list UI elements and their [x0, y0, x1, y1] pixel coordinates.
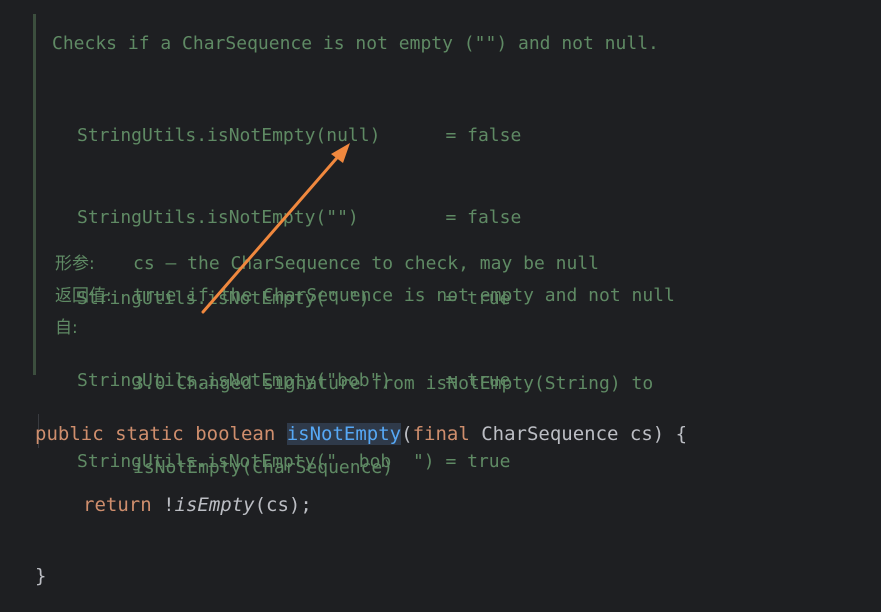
params-value: cs – the CharSequence to check, may be n… — [133, 253, 599, 274]
code-editor[interactable]: public static boolean isNotEmpty(final C… — [0, 380, 881, 612]
keyword-static: static — [115, 423, 184, 445]
keyword-return: return — [83, 494, 152, 516]
not-operator: ! — [151, 494, 175, 516]
example-line: StringUtils.isNotEmpty("") = false — [77, 206, 522, 228]
example-line: StringUtils.isNotEmpty(null) = false — [77, 125, 522, 146]
keyword-final: final — [412, 423, 470, 445]
paren-open: ( — [401, 423, 413, 445]
params-tag: 形参: cs – the CharSequence to check, may … — [55, 250, 675, 282]
returns-tag: 返回值: true if the CharSequence is not emp… — [55, 282, 675, 314]
doc-tags: 形参: cs – the CharSequence to check, may … — [55, 250, 675, 478]
returns-value: true if the CharSequence is not empty an… — [133, 285, 675, 306]
javadoc-popup: Checks if a CharSequence is not empty ("… — [0, 0, 881, 478]
since-label: 自: — [55, 318, 78, 338]
doc-gutter-bar — [33, 14, 36, 375]
since-tag: 自: 3.0 Changed signature from isNotEmpty… — [55, 314, 675, 478]
params-label: 形参: — [55, 254, 95, 274]
keyword-boolean: boolean — [195, 423, 276, 445]
since-value: 3.0 Changed signature from isNotEmpty(St… — [133, 314, 653, 478]
code-line-signature[interactable]: public static boolean isNotEmpty(final C… — [0, 418, 881, 451]
code-line-close-brace[interactable]: } — [0, 560, 881, 593]
param-declaration: CharSequence cs) { — [469, 423, 688, 445]
call-args: (cs); — [254, 494, 312, 516]
call-isempty[interactable]: isEmpty — [175, 494, 255, 516]
code-line-return[interactable]: return !isEmpty(cs); — [0, 489, 881, 522]
keyword-public: public — [35, 423, 104, 445]
doc-summary: Checks if a CharSequence is not empty ("… — [52, 33, 659, 54]
method-name-isnotempty[interactable]: isNotEmpty — [286, 423, 402, 445]
returns-label: 返回值: — [55, 286, 112, 306]
